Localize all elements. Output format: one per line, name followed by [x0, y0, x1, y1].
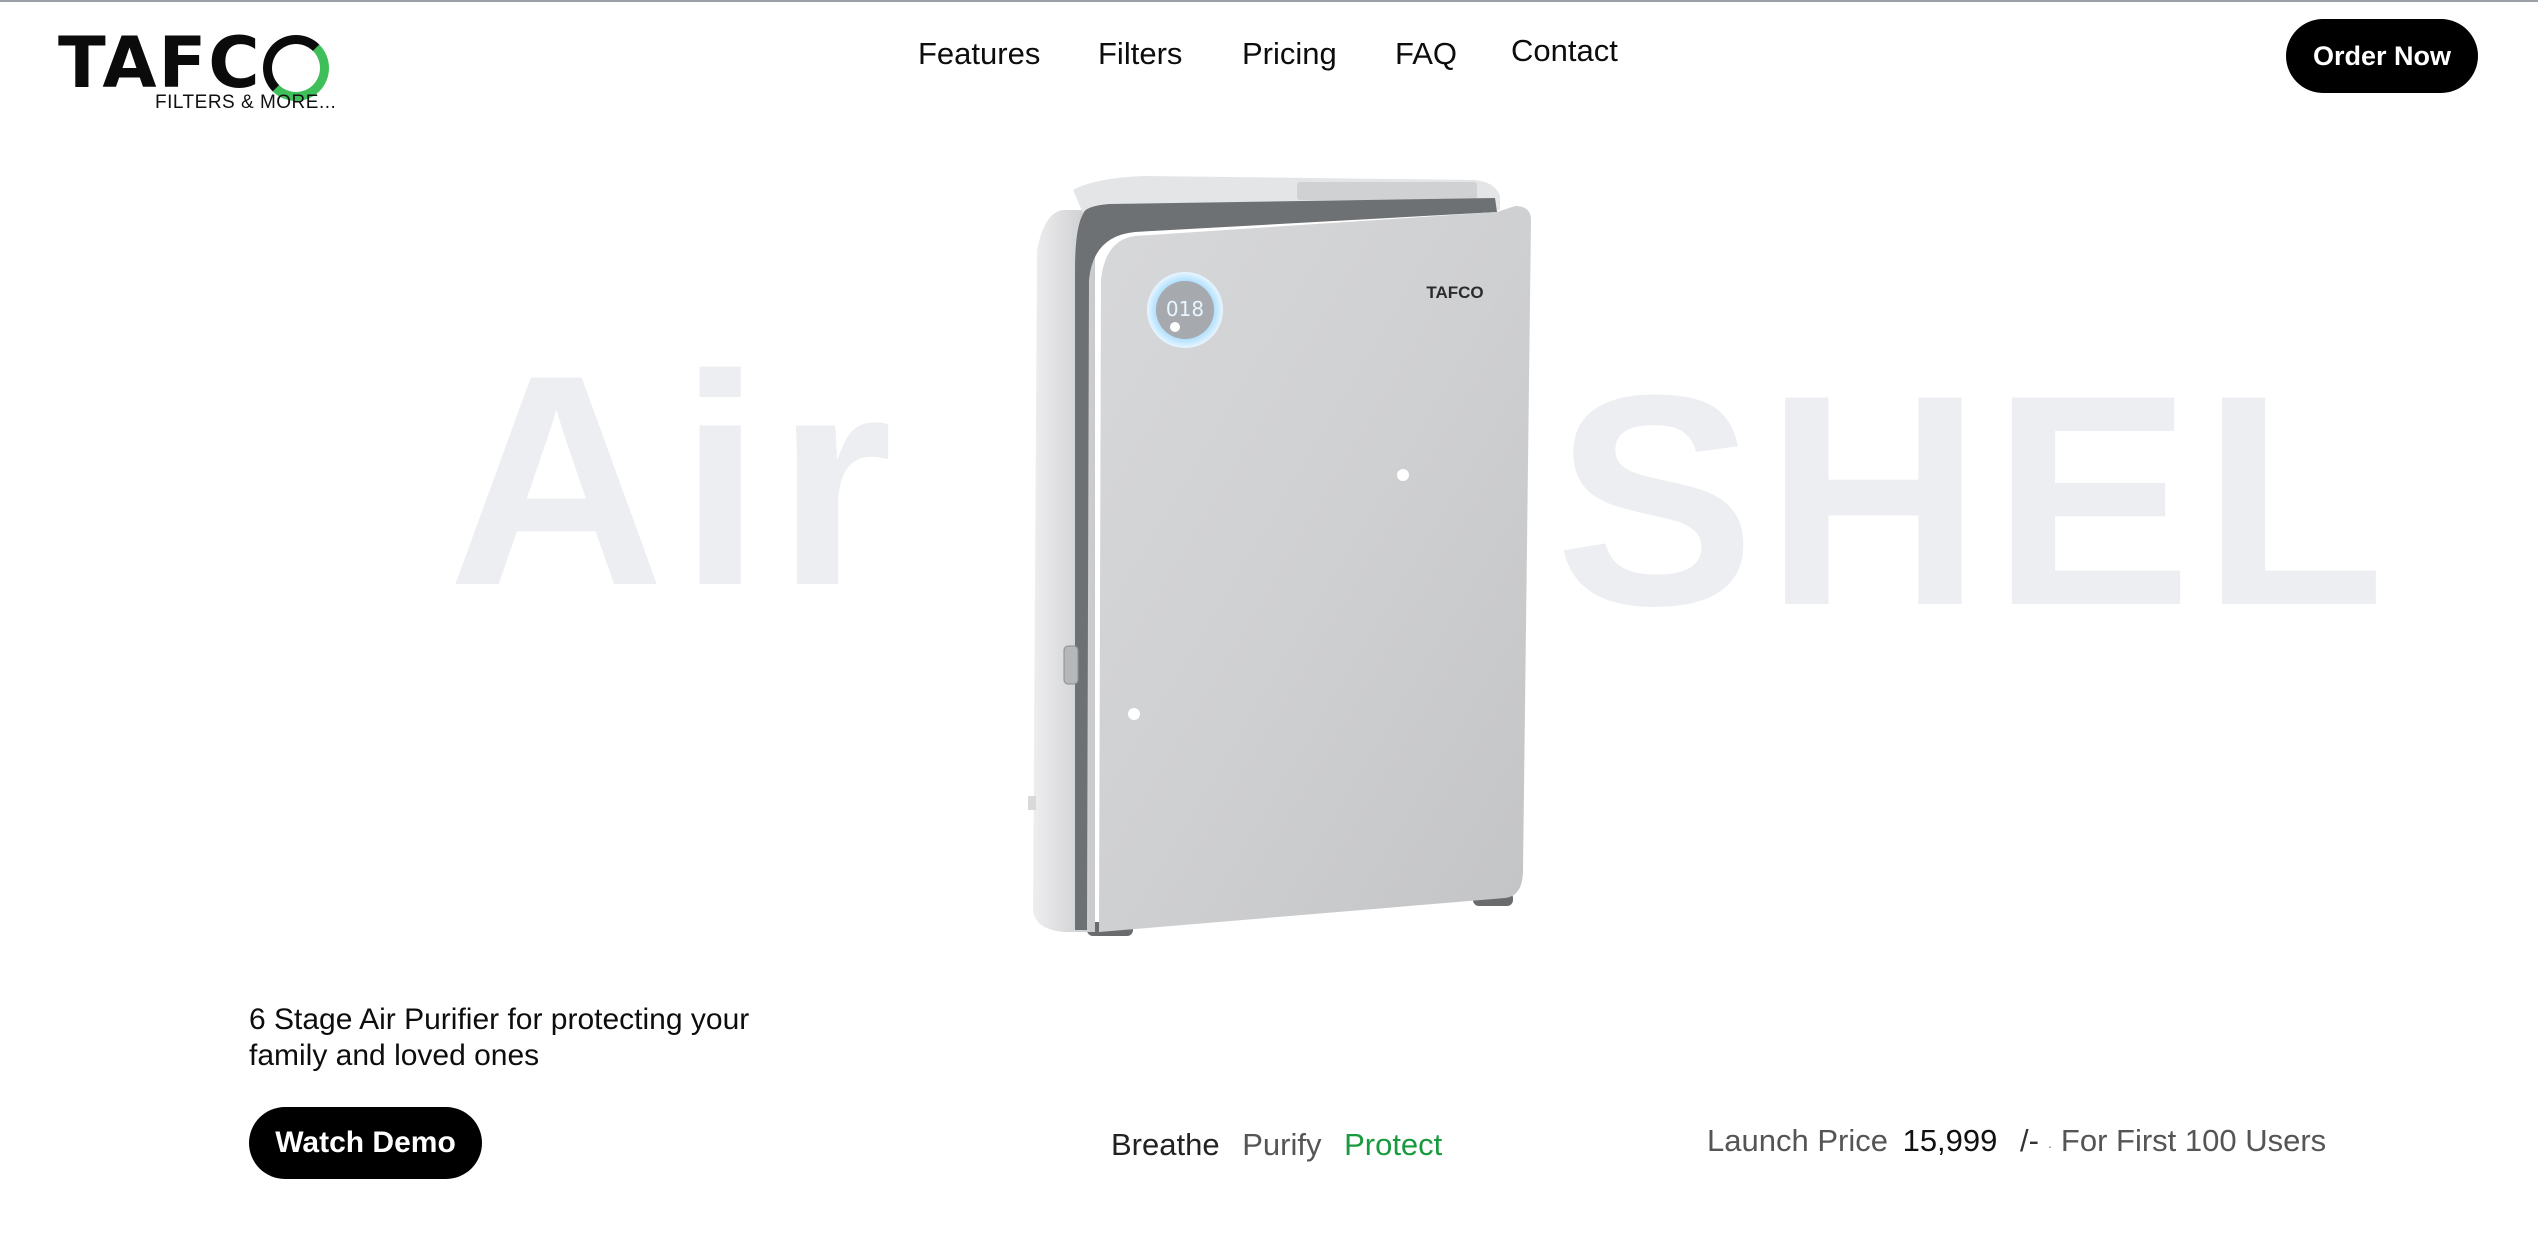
price-note: For First 100 Users: [2060, 1123, 2327, 1158]
brand-tagline: FILTERS & MORE...: [155, 92, 337, 113]
nav-faq[interactable]: FAQ: [1395, 36, 1457, 72]
motto: Breathe Purify Protect: [1111, 1127, 1456, 1163]
launch-price: Launch Price 15,999 /- · For First 100 U…: [1707, 1123, 2327, 1158]
product-description: 6 Stage Air Purifier for protecting your…: [249, 1002, 809, 1074]
motto-protect: Protect: [1344, 1127, 1443, 1162]
air-purifier-image: 018 TAFCO: [1028, 176, 1531, 936]
price-unit: /-: [2020, 1123, 2039, 1158]
product-description-line2: family and loved ones: [249, 1039, 540, 1072]
motto-purify: Purify: [1242, 1127, 1322, 1162]
nav-contact[interactable]: Contact: [1511, 33, 1618, 69]
hero-bg-word-right: SHEL: [1555, 332, 2396, 668]
price-amount: 15,999: [1902, 1123, 1998, 1158]
device-brand-label: TAFCO: [1426, 283, 1483, 302]
top-divider: [0, 0, 2538, 2]
nav-pricing[interactable]: Pricing: [1242, 36, 1337, 72]
brand-logo[interactable]: TAFC FILTERS & MORE...: [58, 22, 336, 118]
nav-filters[interactable]: Filters: [1098, 36, 1182, 72]
motto-breathe: Breathe: [1111, 1127, 1220, 1162]
brand-wordmark: TAFC: [58, 22, 262, 104]
order-now-button[interactable]: Order Now: [2286, 19, 2478, 93]
price-label: Launch Price: [1707, 1123, 1888, 1158]
watch-demo-button[interactable]: Watch Demo: [249, 1107, 482, 1179]
device-display-value: 018: [1166, 297, 1204, 321]
hero-bg-word-left: Air: [448, 312, 907, 648]
product-description-line1: 6 Stage Air Purifier for protecting your: [249, 1003, 750, 1036]
nav-features[interactable]: Features: [918, 36, 1040, 72]
